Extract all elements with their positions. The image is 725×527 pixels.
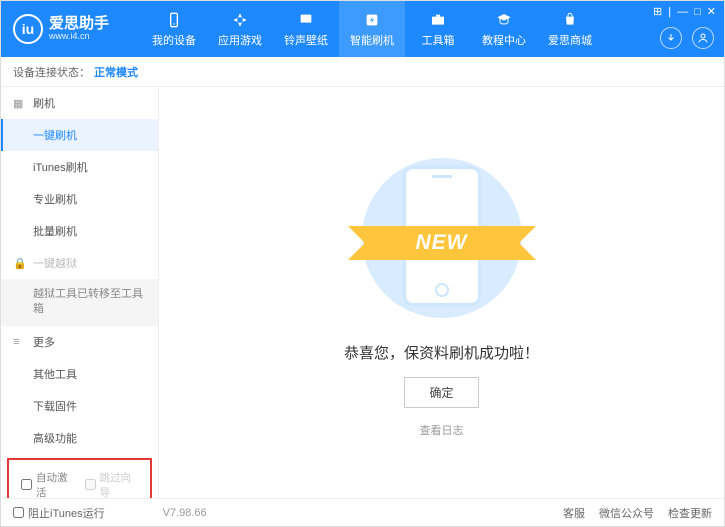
auto-activate-checkbox[interactable]: 自动激活	[21, 470, 75, 498]
success-message: 恭喜您，保资料刷机成功啦！	[344, 342, 539, 363]
status-label: 设备连接状态：	[13, 64, 90, 80]
menu-icon[interactable]: ⊞	[653, 5, 662, 18]
header-bar: iu 爱思助手 www.i4.cn 我的设备 应用游戏 铃声壁纸 智能刷机	[1, 1, 724, 57]
flash-icon	[363, 11, 381, 29]
logo: iu 爱思助手 www.i4.cn	[1, 14, 141, 44]
sidebar-item-other-tools[interactable]: 其他工具	[1, 358, 158, 390]
app-icon	[231, 11, 249, 29]
footer-link-update[interactable]: 检查更新	[668, 505, 712, 521]
version-label: V7.98.66	[163, 507, 207, 519]
sidebar-section-more[interactable]: ≡ 更多	[1, 326, 158, 358]
sidebar-item-download-firmware[interactable]: 下载固件	[1, 390, 158, 422]
app-title: 爱思助手	[49, 16, 109, 31]
view-log-link[interactable]: 查看日志	[420, 422, 464, 438]
sidebar-item-advanced[interactable]: 高级功能	[1, 422, 158, 454]
new-ribbon: NEW	[364, 226, 520, 260]
user-button[interactable]	[692, 27, 714, 49]
footer-link-wechat[interactable]: 微信公众号	[599, 505, 654, 521]
nav-tutorials[interactable]: 教程中心	[471, 1, 537, 57]
sidebar-item-oneclick-flash[interactable]: 一键刷机	[1, 119, 158, 151]
top-nav: 我的设备 应用游戏 铃声壁纸 智能刷机 工具箱 教程中心	[141, 1, 603, 57]
phone-icon	[165, 11, 183, 29]
tools-icon	[429, 11, 447, 29]
sidebar: ▦ 刷机 一键刷机 iTunes刷机 专业刷机 批量刷机 🔒 一键越狱 越狱工具…	[1, 87, 159, 498]
edu-icon	[495, 11, 513, 29]
logo-icon: iu	[13, 14, 43, 44]
footer-link-support[interactable]: 客服	[563, 505, 585, 521]
ring-icon	[297, 11, 315, 29]
nav-my-device[interactable]: 我的设备	[141, 1, 207, 57]
ok-button[interactable]: 确定	[404, 377, 478, 408]
sidebar-options-box: 自动激活 跳过向导	[7, 458, 152, 498]
download-button[interactable]	[660, 27, 682, 49]
menu-divider: |	[668, 6, 671, 18]
close-button[interactable]: ✕	[707, 5, 716, 18]
success-illustration: NEW	[352, 148, 532, 328]
skip-guide-checkbox: 跳过向导	[85, 470, 139, 498]
nav-tools[interactable]: 工具箱	[405, 1, 471, 57]
status-bar: 设备连接状态： 正常模式	[1, 57, 724, 87]
nav-ringtones[interactable]: 铃声壁纸	[273, 1, 339, 57]
nav-shop[interactable]: 爱思商城	[537, 1, 603, 57]
more-icon: ≡	[13, 336, 27, 348]
lock-icon: 🔒	[13, 257, 27, 270]
minimize-button[interactable]: ―	[677, 6, 688, 18]
sidebar-item-itunes-flash[interactable]: iTunes刷机	[1, 151, 158, 183]
status-mode: 正常模式	[94, 64, 138, 80]
nav-flash[interactable]: 智能刷机	[339, 1, 405, 57]
main-content: NEW 恭喜您，保资料刷机成功啦！ 确定 查看日志	[159, 87, 724, 498]
sidebar-item-batch-flash[interactable]: 批量刷机	[1, 215, 158, 247]
maximize-button[interactable]: □	[694, 6, 701, 18]
sidebar-section-flash[interactable]: ▦ 刷机	[1, 87, 158, 119]
list-icon: ▦	[13, 97, 27, 110]
app-subtitle: www.i4.cn	[49, 31, 109, 42]
nav-apps[interactable]: 应用游戏	[207, 1, 273, 57]
sidebar-section-jailbreak: 🔒 一键越狱	[1, 247, 158, 279]
block-itunes-checkbox[interactable]: 阻止iTunes运行	[13, 505, 105, 521]
jailbreak-moved-note: 越狱工具已转移至工具箱	[1, 279, 158, 326]
footer-bar: 阻止iTunes运行 V7.98.66 客服 微信公众号 检查更新	[1, 498, 724, 526]
shop-icon	[561, 11, 579, 29]
sidebar-item-pro-flash[interactable]: 专业刷机	[1, 183, 158, 215]
